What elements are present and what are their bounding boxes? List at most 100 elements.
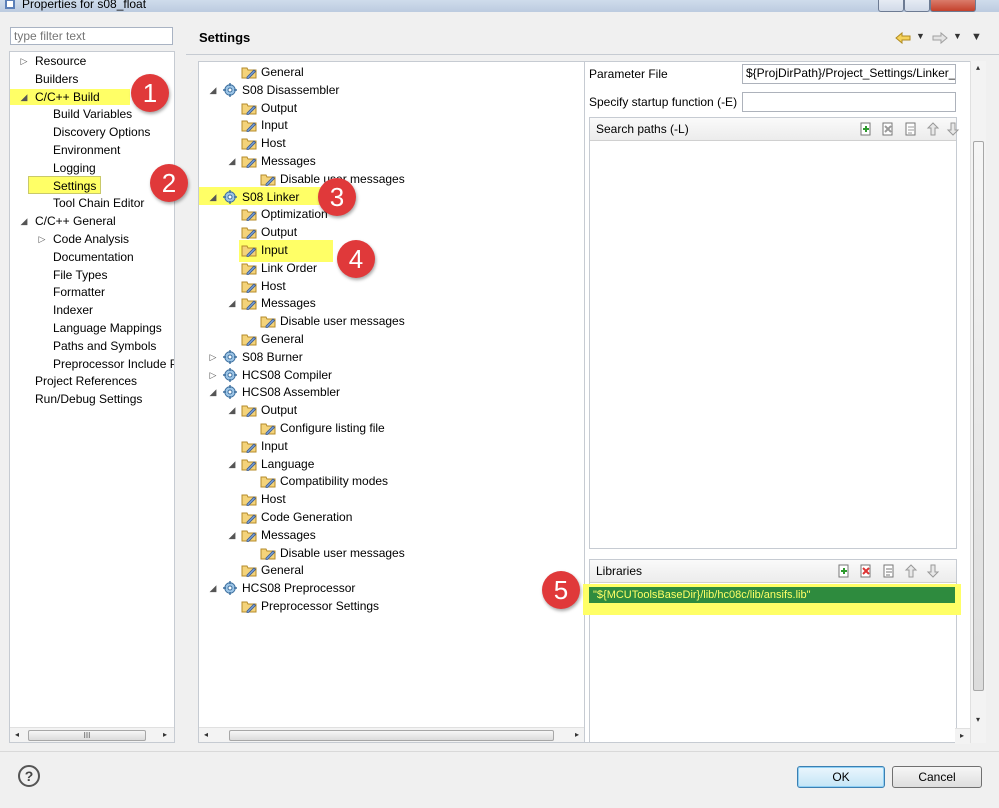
page-item-preprocessor-include-pa[interactable]: Preprocessor Include Pa [53, 356, 174, 372]
collapse-twisty-icon[interactable]: ◢ [227, 153, 237, 169]
edit-path-icon[interactable] [904, 122, 918, 136]
back-arrow-icon[interactable] [895, 31, 911, 45]
page-item-environment[interactable]: Environment [53, 142, 120, 158]
move-library-down-icon[interactable] [926, 564, 940, 578]
page-item-discovery-options[interactable]: Discovery Options [53, 124, 150, 140]
tool-tree-item-hcs08-preprocessor[interactable]: HCS08 Preprocessor [242, 580, 355, 596]
page-item-indexer[interactable]: Indexer [53, 302, 93, 318]
page-item-c-c-general[interactable]: C/C++ General [35, 213, 116, 229]
tool-tree-item-link-order[interactable]: Link Order [261, 260, 317, 276]
page-item-project-references[interactable]: Project References [35, 373, 137, 389]
scroll-thumb[interactable] [229, 730, 554, 741]
collapse-twisty-icon[interactable]: ◢ [19, 213, 29, 229]
tool-tree-item-preprocessor-settings[interactable]: Preprocessor Settings [261, 598, 379, 614]
filter-input[interactable] [10, 27, 173, 45]
forward-dropdown-icon[interactable]: ▼ [953, 31, 962, 41]
tool-tree-item-input[interactable]: Input [261, 242, 288, 258]
delete-library-icon[interactable] [859, 564, 873, 578]
tree-horizontal-scrollbar[interactable]: ◂ ▸ [199, 727, 584, 742]
page-item-resource[interactable]: Resource [35, 53, 86, 69]
view-menu-icon[interactable]: ▼ [971, 31, 982, 43]
collapse-twisty-icon[interactable]: ◢ [227, 402, 237, 418]
page-item-builders[interactable]: Builders [35, 71, 78, 87]
move-library-up-icon[interactable] [904, 564, 918, 578]
tool-tree-item-general[interactable]: General [261, 562, 304, 578]
tool-tree-item-general[interactable]: General [261, 64, 304, 80]
startup-function-field[interactable] [742, 92, 956, 112]
tool-tree-item-hcs08-compiler[interactable]: HCS08 Compiler [242, 367, 332, 383]
expand-twisty-icon[interactable]: ▷ [19, 53, 29, 69]
collapse-twisty-icon[interactable]: ◢ [208, 189, 218, 205]
options-vertical-scrollbar[interactable]: ▴ ▾ [970, 61, 986, 743]
move-down-icon[interactable] [946, 122, 960, 136]
scroll-right-icon[interactable]: ▸ [570, 728, 584, 742]
scroll-right-icon[interactable]: ▸ [955, 729, 969, 743]
page-item-paths-and-symbols[interactable]: Paths and Symbols [53, 338, 156, 354]
tool-tree-item-language[interactable]: Language [261, 456, 314, 472]
tool-tree-item-messages[interactable]: Messages [261, 153, 316, 169]
page-item-c-c-build[interactable]: C/C++ Build [35, 89, 100, 105]
tool-tree-item-hcs08-assembler[interactable]: HCS08 Assembler [242, 384, 340, 400]
page-item-run-debug-settings[interactable]: Run/Debug Settings [35, 391, 142, 407]
tool-tree-item-optimization[interactable]: Optimization [261, 206, 328, 222]
help-button[interactable]: ? [18, 765, 40, 787]
tool-tree-item-messages[interactable]: Messages [261, 527, 316, 543]
page-item-tool-chain-editor[interactable]: Tool Chain Editor [53, 195, 144, 211]
tool-tree-item-disable-user-messages[interactable]: Disable user messages [280, 313, 405, 329]
move-up-icon[interactable] [926, 122, 940, 136]
page-item-language-mappings[interactable]: Language Mappings [53, 320, 162, 336]
tool-tree-item-input[interactable]: Input [261, 117, 288, 133]
back-dropdown-icon[interactable]: ▼ [916, 31, 925, 41]
tool-tree-item-host[interactable]: Host [261, 278, 286, 294]
ok-button[interactable]: OK [797, 766, 885, 788]
scroll-right-icon[interactable]: ▸ [158, 728, 172, 742]
tool-tree-item-s08-linker[interactable]: S08 Linker [242, 189, 299, 205]
page-item-logging[interactable]: Logging [53, 160, 96, 176]
add-library-icon[interactable] [837, 564, 851, 578]
maximize-button[interactable] [904, 0, 930, 12]
page-item-code-analysis[interactable]: Code Analysis [53, 231, 129, 247]
expand-twisty-icon[interactable]: ▷ [208, 367, 218, 383]
tool-tree-item-disable-user-messages[interactable]: Disable user messages [280, 545, 405, 561]
library-list-item[interactable]: "${MCUToolsBaseDir}/lib/hc08c/lib/ansifs… [589, 587, 955, 603]
tool-tree-item-host[interactable]: Host [261, 135, 286, 151]
tool-settings-tree[interactable]: General ◢ S08 Disassembler Output Input Host ◢… [198, 61, 585, 743]
tool-tree-item-general[interactable]: General [261, 331, 304, 347]
scroll-thumb[interactable]: III [28, 730, 146, 741]
page-item-formatter[interactable]: Formatter [53, 284, 105, 300]
collapse-twisty-icon[interactable]: ◢ [208, 580, 218, 596]
scroll-left-icon[interactable]: ◂ [199, 728, 213, 742]
vertical-scroll-thumb[interactable] [973, 141, 984, 691]
collapse-twisty-icon[interactable]: ◢ [227, 456, 237, 472]
page-item-file-types[interactable]: File Types [53, 267, 107, 283]
tool-tree-item-output[interactable]: Output [261, 224, 297, 240]
tool-tree-item-output[interactable]: Output [261, 100, 297, 116]
page-item-settings[interactable]: Settings [53, 178, 96, 194]
left-horizontal-scrollbar[interactable]: ◂ III ▸ [10, 727, 174, 742]
scroll-up-icon[interactable]: ▴ [971, 61, 985, 75]
tool-tree-item-s08-disassembler[interactable]: S08 Disassembler [242, 82, 339, 98]
page-item-build-variables[interactable]: Build Variables [53, 106, 132, 122]
tool-tree-item-output[interactable]: Output [261, 402, 297, 418]
page-item-documentation[interactable]: Documentation [53, 249, 134, 265]
collapse-twisty-icon[interactable]: ◢ [227, 527, 237, 543]
tool-tree-item-host[interactable]: Host [261, 491, 286, 507]
collapse-twisty-icon[interactable]: ◢ [19, 89, 29, 105]
scroll-down-icon[interactable]: ▾ [971, 713, 985, 727]
parameter-file-field[interactable]: ${ProjDirPath}/Project_Settings/Linker_F [742, 64, 956, 84]
add-path-icon[interactable] [859, 122, 873, 136]
collapse-twisty-icon[interactable]: ◢ [208, 82, 218, 98]
collapse-twisty-icon[interactable]: ◢ [227, 295, 237, 311]
property-pages-tree[interactable]: ▷ Resource Builders ◢ C/C++ Build Build Varia… [9, 51, 175, 743]
collapse-twisty-icon[interactable]: ◢ [208, 384, 218, 400]
search-paths-list[interactable]: Search paths (-L) [589, 117, 960, 549]
forward-arrow-icon[interactable] [932, 31, 948, 45]
tool-tree-item-configure-listing-file[interactable]: Configure listing file [280, 420, 385, 436]
minimize-button[interactable] [878, 0, 904, 12]
tool-tree-item-code-generation[interactable]: Code Generation [261, 509, 352, 525]
close-button[interactable] [930, 0, 976, 12]
expand-twisty-icon[interactable]: ▷ [37, 231, 47, 247]
tool-tree-item-compatibility-modes[interactable]: Compatibility modes [280, 473, 388, 489]
cancel-button[interactable]: Cancel [892, 766, 982, 788]
edit-library-icon[interactable] [882, 564, 896, 578]
